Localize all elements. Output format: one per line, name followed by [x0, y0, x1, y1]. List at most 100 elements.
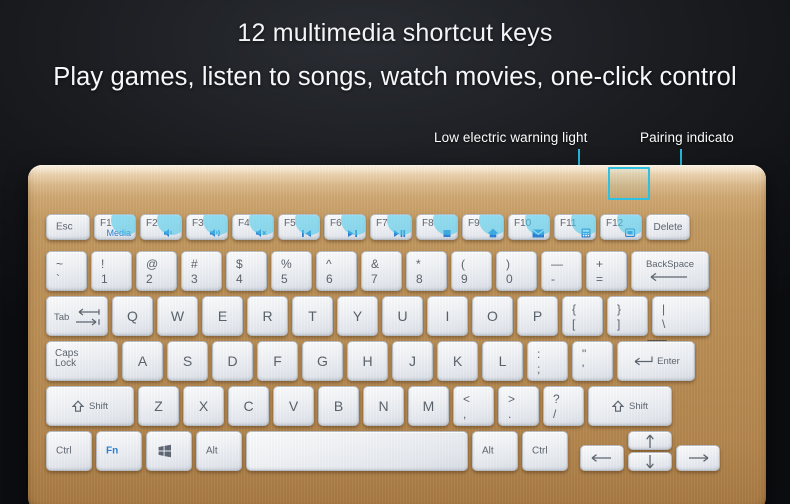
key-digit-1[interactable]: ! 1 [91, 251, 132, 291]
key-bracket-left[interactable]: { [ [562, 296, 603, 336]
key-backspace[interactable]: BackSpace [631, 251, 709, 291]
key-f12[interactable]: F12 [600, 214, 642, 240]
key-comma[interactable]: < , [453, 386, 494, 426]
windows-logo-icon [157, 444, 172, 458]
key-o[interactable]: O [472, 296, 513, 336]
key-n[interactable]: N [363, 386, 404, 426]
key-alt-left[interactable]: Alt [196, 431, 242, 471]
key-w[interactable]: W [157, 296, 198, 336]
key-delete[interactable]: Delete [646, 214, 690, 240]
key-y[interactable]: Y [337, 296, 378, 336]
volume-up-icon [210, 228, 223, 238]
key-tab[interactable]: Tab [46, 296, 108, 336]
key-digit-4[interactable]: $ 4 [226, 251, 267, 291]
key-ctrl-right[interactable]: Ctrl [522, 431, 568, 471]
key-f[interactable]: F [257, 341, 298, 381]
key-row-shift: Shift Z X C V B N M < , > . ? / Shift [46, 386, 672, 426]
key-b[interactable]: B [318, 386, 359, 426]
key-k[interactable]: K [437, 341, 478, 381]
key-f2[interactable]: F2 [140, 214, 182, 240]
key-z[interactable]: Z [138, 386, 179, 426]
led-highlight-box [608, 167, 650, 200]
key-f9[interactable]: F9 [462, 214, 504, 240]
f1-media-label: Media [106, 228, 131, 238]
key-enter[interactable]: Enter [617, 341, 695, 381]
key-f11[interactable]: F11 [554, 214, 596, 240]
key-l[interactable]: L [482, 341, 523, 381]
key-arrow-left[interactable] [580, 445, 624, 471]
key-h[interactable]: H [347, 341, 388, 381]
key-f4[interactable]: F4 [232, 214, 274, 240]
key-digit-9[interactable]: ( 9 [451, 251, 492, 291]
key-digit-0[interactable]: ) 0 [496, 251, 537, 291]
key-equal[interactable]: + = [586, 251, 627, 291]
key-s[interactable]: S [167, 341, 208, 381]
callout-pairing-indicator: Pairing indicato [640, 130, 734, 145]
key-period[interactable]: > . [498, 386, 539, 426]
key-digit-5[interactable]: % 5 [271, 251, 312, 291]
key-caps-lock[interactable]: Caps Lock [46, 341, 118, 381]
key-m[interactable]: M [408, 386, 449, 426]
key-minus[interactable]: — - [541, 251, 582, 291]
key-digit-3[interactable]: # 3 [181, 251, 222, 291]
key-arrow-up[interactable] [628, 431, 672, 450]
key-t[interactable]: T [292, 296, 333, 336]
key-ctrl-left[interactable]: Ctrl [46, 431, 92, 471]
key-f7[interactable]: F7 [370, 214, 412, 240]
key-g[interactable]: G [302, 341, 343, 381]
calculator-icon [581, 228, 591, 238]
key-a[interactable]: A [122, 341, 163, 381]
my-computer-icon [625, 228, 637, 238]
key-arrow-right[interactable] [676, 445, 720, 471]
arrow-vertical-stack [628, 431, 672, 471]
key-alt-right[interactable]: Alt [472, 431, 518, 471]
shift-up-arrow-icon [71, 399, 84, 413]
key-slash[interactable]: ? / [543, 386, 584, 426]
key-row-function: Esc F1 Media F2 F3 F4 F5 F6 F7 F8 F9 F10… [46, 214, 690, 240]
home-icon [487, 228, 499, 238]
key-backquote[interactable]: ~ ` [46, 251, 87, 291]
key-f3[interactable]: F3 [186, 214, 228, 240]
key-f5[interactable]: F5 [278, 214, 320, 240]
key-u[interactable]: U [382, 296, 423, 336]
key-p[interactable]: P [517, 296, 558, 336]
key-x[interactable]: X [183, 386, 224, 426]
tab-arrows-icon [73, 307, 103, 329]
key-quote[interactable]: " ' [572, 341, 613, 381]
key-f6[interactable]: F6 [324, 214, 366, 240]
key-e[interactable]: E [202, 296, 243, 336]
key-digit-6[interactable]: ^ 6 [316, 251, 357, 291]
key-v[interactable]: V [273, 386, 314, 426]
key-row-home: Caps Lock A S D F G H J K L : ; " ' Ente… [46, 341, 695, 381]
arrow-left-icon [632, 272, 708, 282]
key-digit-2[interactable]: @ 2 [136, 251, 177, 291]
wireless-keyboard: Esc F1 Media F2 F3 F4 F5 F6 F7 F8 F9 F10… [28, 165, 766, 504]
key-f8[interactable]: F8 [416, 214, 458, 240]
key-c[interactable]: C [228, 386, 269, 426]
key-esc[interactable]: Esc [46, 214, 90, 240]
key-shift-right[interactable]: Shift [588, 386, 672, 426]
key-j[interactable]: J [392, 341, 433, 381]
key-f1[interactable]: F1 Media [94, 214, 136, 240]
key-bracket-right[interactable]: } ] [607, 296, 648, 336]
key-digit-8[interactable]: * 8 [406, 251, 447, 291]
key-arrow-down[interactable] [628, 452, 672, 471]
arrow-right-icon [677, 446, 719, 470]
scene: 12 multimedia shortcut keys Play games, … [0, 0, 790, 504]
key-windows[interactable] [146, 431, 192, 471]
key-f10[interactable]: F10 [508, 214, 550, 240]
key-q[interactable]: Q [112, 296, 153, 336]
key-shift-left[interactable]: Shift [46, 386, 134, 426]
key-backslash[interactable]: | \ [652, 296, 710, 336]
shift-right-label: Shift [628, 400, 648, 412]
key-r[interactable]: R [247, 296, 288, 336]
arrow-up-icon [629, 432, 671, 449]
next-track-icon [348, 229, 361, 238]
key-digit-7[interactable]: & 7 [361, 251, 402, 291]
key-space[interactable] [246, 431, 468, 471]
key-d[interactable]: D [212, 341, 253, 381]
key-fn[interactable]: Fn [96, 431, 142, 471]
key-i[interactable]: I [427, 296, 468, 336]
tab-label: Tab [54, 312, 70, 323]
key-semicolon[interactable]: : ; [527, 341, 568, 381]
